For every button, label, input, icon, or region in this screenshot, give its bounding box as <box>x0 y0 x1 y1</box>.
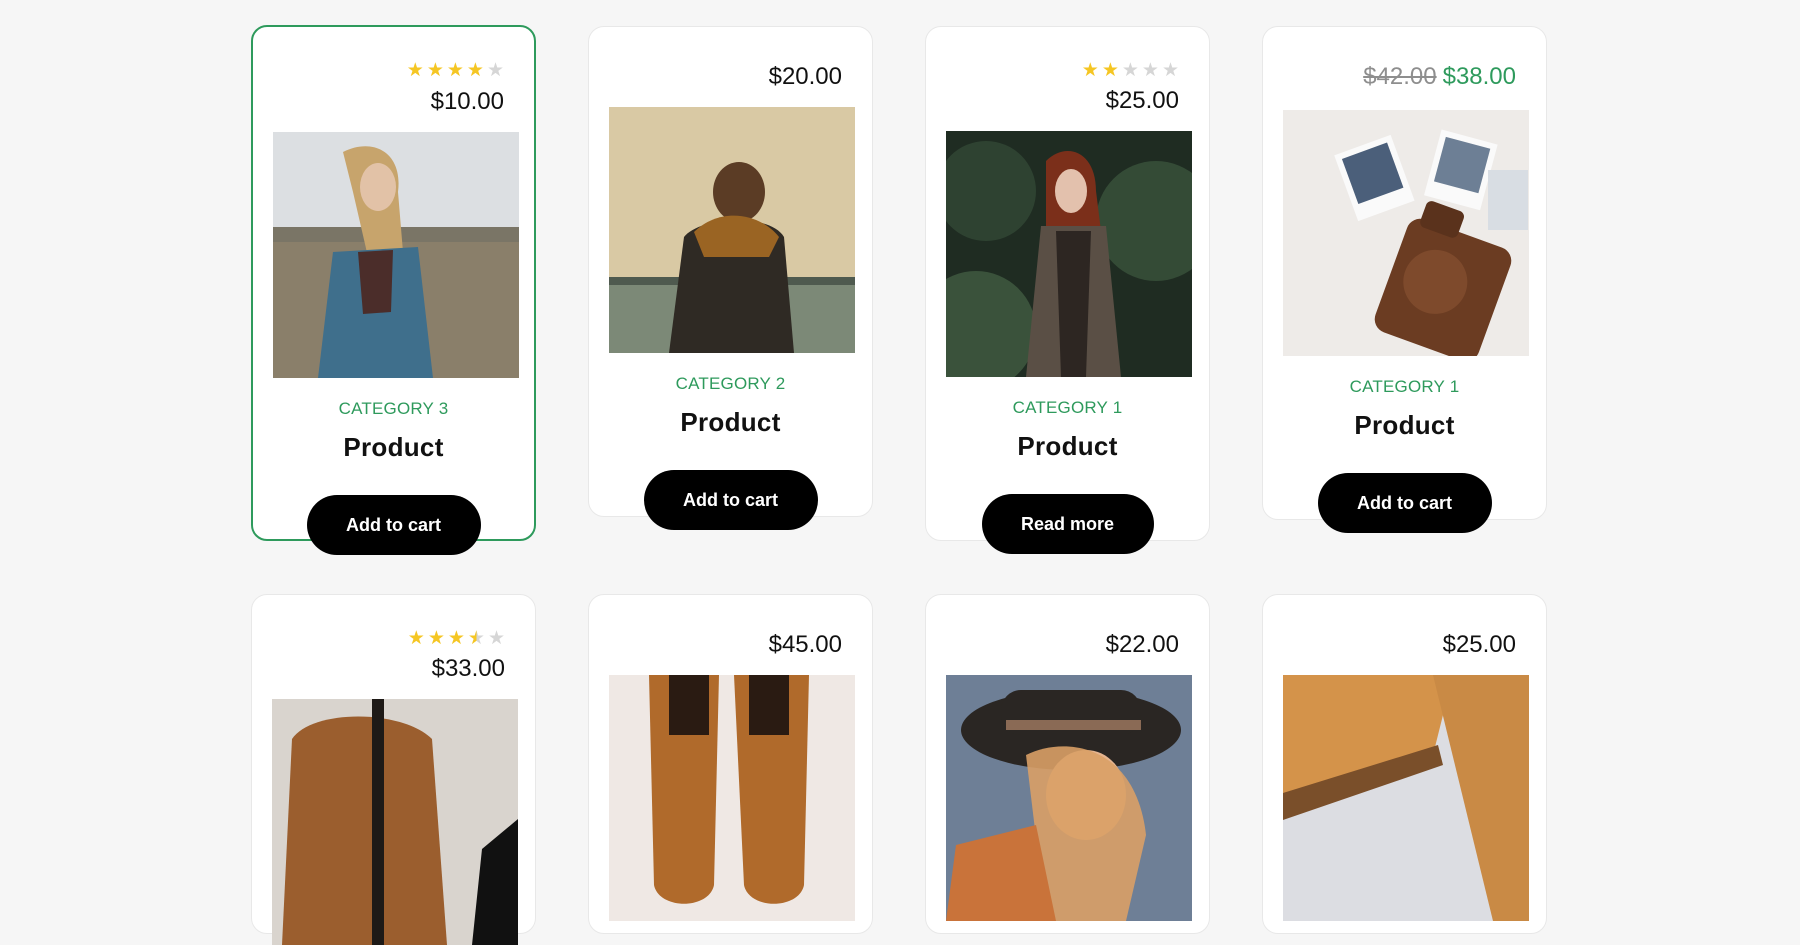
product-image[interactable] <box>273 132 519 378</box>
product-category[interactable]: CATEGORY 1 <box>926 398 1209 418</box>
read-more-button[interactable]: Read more <box>981 494 1154 554</box>
product-category[interactable]: CATEGORY 2 <box>589 374 872 394</box>
star-rating: ★ ★ ★ ★ ★ <box>408 629 505 648</box>
star-rating: ★ ★ ★ ★ ★ <box>407 61 504 80</box>
add-to-cart-button[interactable]: Add to cart <box>306 495 481 555</box>
product-card[interactable]: $20.00 CATEGORY 2 Product Add to cart <box>588 26 873 530</box>
product-title[interactable]: Product <box>926 431 1209 462</box>
product-image[interactable] <box>1283 675 1529 921</box>
sale-price: $38.00 <box>1442 63 1516 90</box>
product-image[interactable] <box>609 675 855 921</box>
product-price: $42.00 $38.00 <box>1363 63 1516 91</box>
product-price: $10.00 <box>430 88 504 115</box>
product-card[interactable]: ★ ★ ★ ★ ★ $33.00 <box>251 594 536 945</box>
product-card[interactable]: ★ ★ ★ ★ ★ $25.00 CATEGORY 1 Product Read… <box>925 26 1210 554</box>
star-icon: ★ <box>1081 60 1099 81</box>
product-card[interactable]: ★ ★ ★ ★ ★ $10.00 CATEGORY 3 Product Add … <box>251 25 536 555</box>
product-price: $25.00 <box>1105 87 1179 114</box>
product-image[interactable] <box>1283 110 1529 356</box>
star-icon: ★ <box>466 60 484 81</box>
star-icon: ★ <box>447 628 465 649</box>
star-icon: ★ <box>1101 60 1119 81</box>
product-image[interactable] <box>946 675 1192 921</box>
star-icon: ★ <box>1161 60 1179 81</box>
star-icon: ★ <box>1121 60 1139 81</box>
star-icon: ★ <box>426 60 444 81</box>
product-card[interactable]: $25.00 <box>1262 594 1547 934</box>
product-image[interactable] <box>609 107 855 353</box>
product-title[interactable]: Product <box>589 407 872 438</box>
product-card[interactable]: $22.00 <box>925 594 1210 934</box>
add-to-cart-button[interactable]: Add to cart <box>643 470 818 530</box>
product-price: $22.00 <box>1105 631 1179 658</box>
star-rating: ★ ★ ★ ★ ★ <box>1082 61 1179 80</box>
product-price: $20.00 <box>768 63 842 90</box>
star-icon: ★ <box>487 628 505 649</box>
star-icon: ★ <box>407 628 425 649</box>
star-icon: ★ <box>1141 60 1159 81</box>
product-category[interactable]: CATEGORY 1 <box>1263 377 1546 397</box>
product-card[interactable]: $45.00 <box>588 594 873 934</box>
product-image[interactable] <box>946 131 1192 377</box>
product-card[interactable]: $42.00 $38.00 CATEGORY 1 Product Add to c… <box>1262 26 1547 533</box>
star-half-icon: ★ <box>467 628 485 649</box>
product-title[interactable]: Product <box>253 432 534 463</box>
star-icon: ★ <box>406 60 424 81</box>
product-price: $33.00 <box>431 655 505 682</box>
product-price: $25.00 <box>1442 631 1516 658</box>
star-icon: ★ <box>427 628 445 649</box>
add-to-cart-button[interactable]: Add to cart <box>1317 473 1492 533</box>
star-icon: ★ <box>446 60 464 81</box>
old-price: $42.00 <box>1363 63 1437 90</box>
product-image[interactable] <box>272 699 518 945</box>
product-title[interactable]: Product <box>1263 410 1546 441</box>
product-price: $45.00 <box>768 631 842 658</box>
star-icon: ★ <box>486 60 504 81</box>
product-category[interactable]: CATEGORY 3 <box>253 399 534 419</box>
